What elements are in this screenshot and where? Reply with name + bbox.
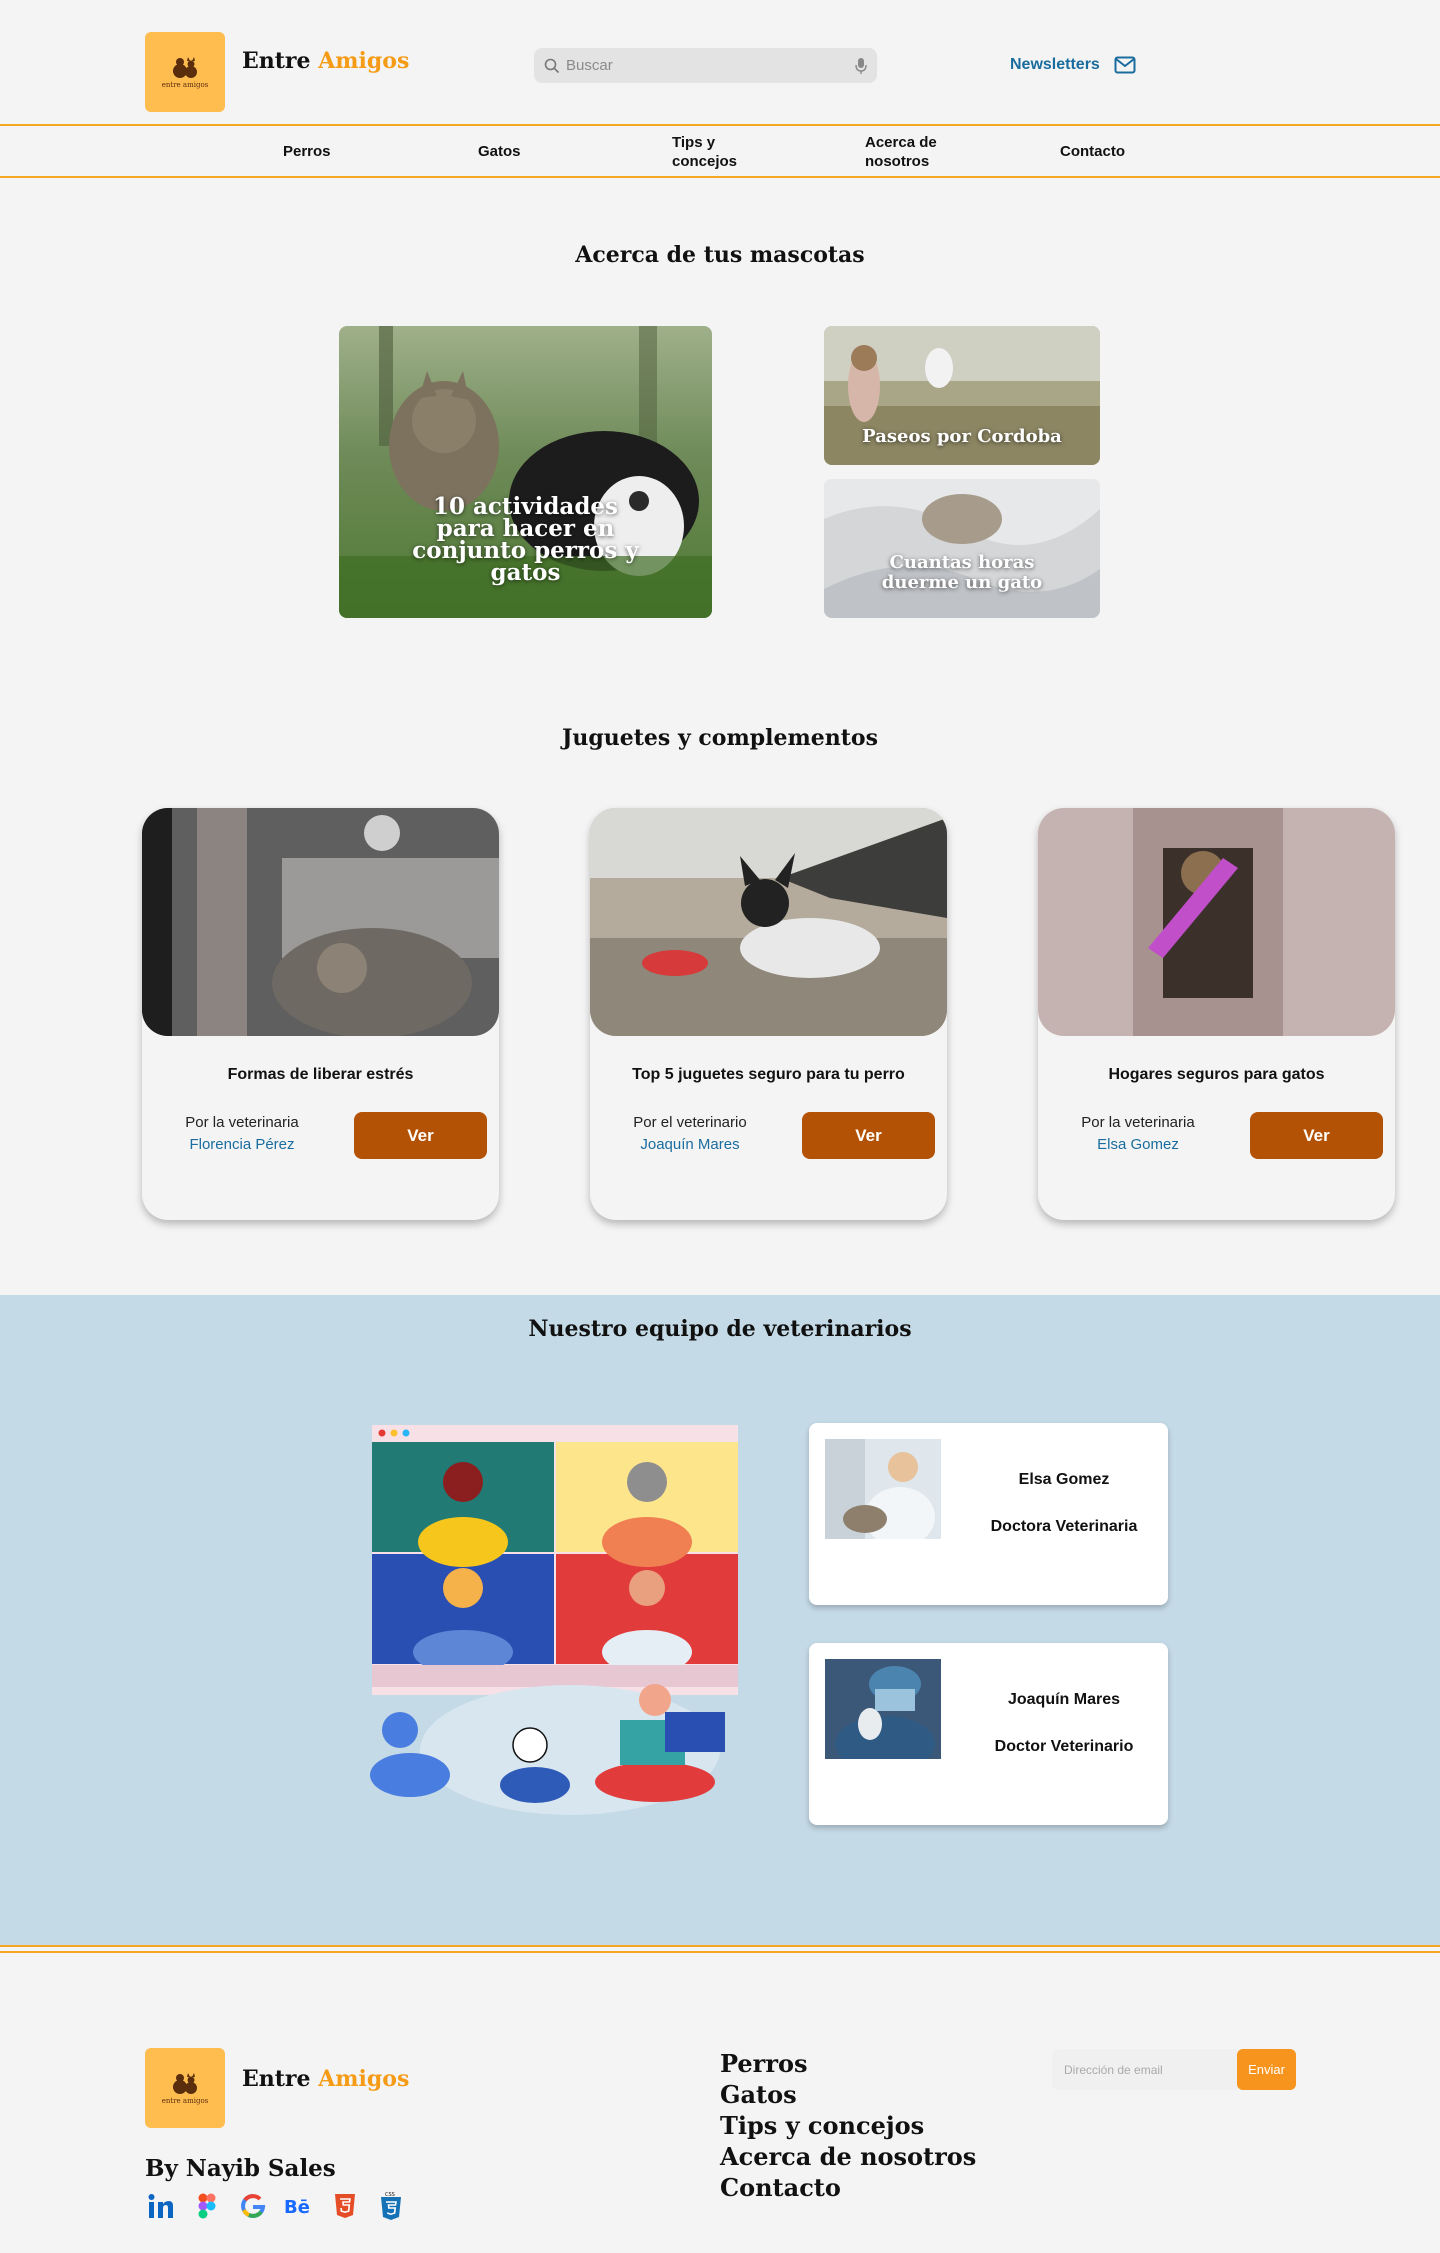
vet-card[interactable]: Joaquín Mares Doctor Veterinario bbox=[809, 1643, 1168, 1825]
view-button[interactable]: Ver bbox=[1250, 1112, 1383, 1159]
site-header: entre amigos Entre Amigos Buscar Newslet… bbox=[0, 0, 1440, 124]
author-link[interactable]: Joaquín Mares bbox=[610, 1134, 770, 1156]
nav-item-contacto[interactable]: Contacto bbox=[1060, 132, 1125, 172]
social-links: Bē CSS bbox=[145, 2190, 407, 2222]
kitten-house-photo bbox=[1038, 808, 1395, 1036]
feature-card-sleep[interactable]: Cuantas horas duerme un gato bbox=[824, 479, 1100, 618]
feature-caption: 10 actividades para hacer en conjunto pe… bbox=[412, 493, 639, 586]
author-credit: By Nayib Sales bbox=[145, 2155, 336, 2182]
author-prefix: Por el veterinario bbox=[633, 1114, 747, 1131]
card-title: Top 5 juguetes seguro para tu perro bbox=[632, 1066, 905, 1083]
view-button[interactable]: Ver bbox=[354, 1112, 487, 1159]
vet-card[interactable]: Elsa Gomez Doctora Veterinaria bbox=[809, 1423, 1168, 1605]
svg-text:Bē: Bē bbox=[284, 2197, 310, 2217]
html5-icon[interactable] bbox=[329, 2190, 361, 2222]
author-prefix: Por la veterinaria bbox=[185, 1114, 299, 1131]
logo-text: entre amigos bbox=[161, 2097, 209, 2105]
vet-photo bbox=[825, 1659, 941, 1759]
vet-name: Joaquín Mares bbox=[1007, 1691, 1121, 1708]
author-prefix: Por la veterinaria bbox=[1081, 1114, 1195, 1131]
feature-card-activities[interactable]: 10 actividades para hacer en conjunto pe… bbox=[339, 326, 712, 618]
mail-icon bbox=[1114, 56, 1136, 74]
brand-name-accent: Amigos bbox=[318, 48, 410, 74]
vet-role: Doctora Veterinaria bbox=[990, 1518, 1138, 1535]
search-bar[interactable]: Buscar bbox=[534, 48, 877, 83]
article-card: Formas de liberar estrés Por la veterina… bbox=[142, 808, 499, 1220]
logo-text: entre amigos bbox=[161, 81, 209, 89]
nav-item-perros[interactable]: Perros bbox=[283, 132, 331, 172]
author-link[interactable]: Florencia Pérez bbox=[162, 1134, 322, 1156]
vet-name: Elsa Gomez bbox=[1018, 1471, 1110, 1488]
brand-name-accent: Amigos bbox=[318, 2066, 410, 2092]
cat-scratcher-photo bbox=[142, 808, 499, 1036]
microphone-icon[interactable] bbox=[855, 57, 867, 75]
card-title: Hogares seguros para gatos bbox=[1108, 1066, 1325, 1083]
video-call-illustration bbox=[370, 1425, 738, 1815]
search-input[interactable]: Buscar bbox=[566, 57, 855, 74]
nav-item-acerca[interactable]: Acerca de nosotros bbox=[865, 132, 955, 172]
footer-link-gatos[interactable]: Gatos bbox=[720, 2079, 976, 2110]
feature-caption: Cuantas horas duerme un gato bbox=[881, 552, 1043, 593]
figma-icon[interactable] bbox=[191, 2190, 223, 2222]
footer-logo[interactable]: entre amigos bbox=[145, 2048, 225, 2128]
card-author: Por la veterinaria Florencia Pérez bbox=[162, 1112, 322, 1156]
footer-divider bbox=[0, 1951, 1440, 1953]
logo[interactable]: entre amigos bbox=[145, 32, 225, 112]
footer-link-tips[interactable]: Tips y concejos bbox=[720, 2110, 976, 2141]
search-icon bbox=[544, 58, 560, 73]
main-nav: Perros Gatos Tips y concejos Acerca de n… bbox=[0, 124, 1440, 178]
author-link[interactable]: Elsa Gomez bbox=[1058, 1134, 1218, 1156]
footer-link-contacto[interactable]: Contacto bbox=[720, 2172, 976, 2203]
footer-link-perros[interactable]: Perros bbox=[720, 2048, 976, 2079]
card-author: Por el veterinario Joaquín Mares bbox=[610, 1112, 770, 1156]
footer-divider bbox=[0, 1945, 1440, 1947]
section-title-team: Nuestro equipo de veterinarios bbox=[528, 1316, 912, 1342]
send-button[interactable]: Enviar bbox=[1237, 2049, 1296, 2090]
feature-card-paseos[interactable]: Paseos por Cordoba bbox=[824, 326, 1100, 465]
brand-name-main: Entre bbox=[242, 48, 311, 74]
card-title: Formas de liberar estrés bbox=[227, 1066, 414, 1083]
article-card: Hogares seguros para gatos Por la veteri… bbox=[1038, 808, 1395, 1220]
google-icon[interactable] bbox=[237, 2190, 269, 2222]
section-title-pets: Acerca de tus mascotas bbox=[575, 242, 865, 268]
card-image bbox=[1038, 808, 1395, 1036]
vet-elsa-photo bbox=[825, 1439, 941, 1539]
dog-beach-photo bbox=[590, 808, 947, 1036]
card-image bbox=[590, 808, 947, 1036]
pets-logo-icon bbox=[173, 57, 197, 78]
vet-joaquin-photo bbox=[825, 1659, 941, 1759]
email-input[interactable]: Dirección de email bbox=[1052, 2049, 1237, 2090]
nav-item-tips[interactable]: Tips y concejos bbox=[672, 132, 762, 172]
pets-logo-icon bbox=[173, 2073, 197, 2094]
card-image bbox=[142, 808, 499, 1036]
newsletter-label: Newsletters bbox=[1010, 56, 1100, 73]
feature-caption: Paseos por Cordoba bbox=[862, 426, 1062, 447]
brand-name[interactable]: Entre Amigos bbox=[242, 48, 409, 74]
article-card: Top 5 juguetes seguro para tu perro Por … bbox=[590, 808, 947, 1220]
footer-nav: Perros Gatos Tips y concejos Acerca de n… bbox=[720, 2048, 976, 2203]
sleeping-cat-photo bbox=[824, 479, 1100, 618]
footer-brand-name[interactable]: Entre Amigos bbox=[242, 2066, 409, 2092]
view-button[interactable]: Ver bbox=[802, 1112, 935, 1159]
linkedin-icon[interactable] bbox=[145, 2190, 177, 2222]
newsletter-link[interactable]: Newsletters bbox=[1010, 56, 1136, 74]
vet-photo bbox=[825, 1439, 941, 1539]
behance-icon[interactable]: Bē bbox=[283, 2190, 315, 2222]
card-author: Por la veterinaria Elsa Gomez bbox=[1058, 1112, 1218, 1156]
css3-icon[interactable]: CSS bbox=[375, 2190, 407, 2222]
footer-link-acerca[interactable]: Acerca de nosotros bbox=[720, 2141, 976, 2172]
nav-item-gatos[interactable]: Gatos bbox=[478, 132, 521, 172]
brand-name-main: Entre bbox=[242, 2066, 311, 2092]
section-title-toys: Juguetes y complementos bbox=[561, 725, 878, 751]
vet-role: Doctor Veterinario bbox=[994, 1738, 1134, 1755]
